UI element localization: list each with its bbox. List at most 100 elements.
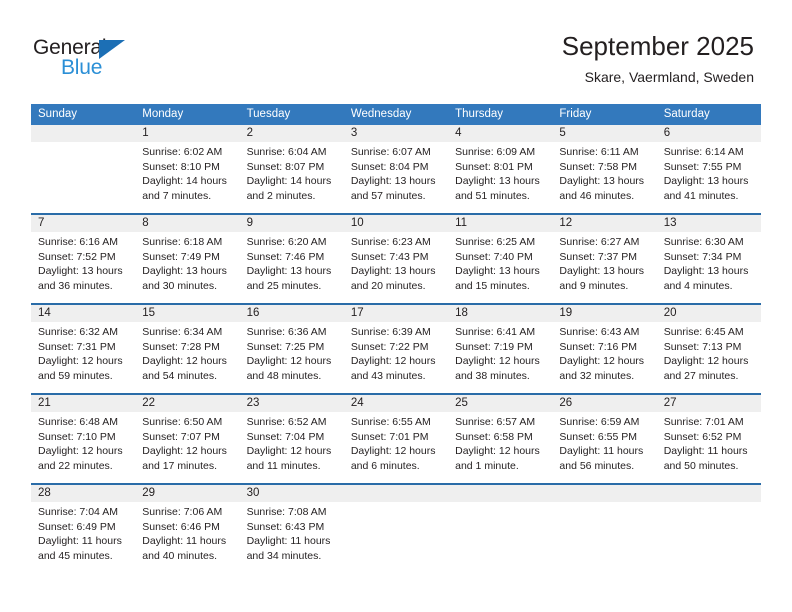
week-detail-band: Sunrise: 7:04 AM Sunset: 6:49 PM Daylight:…	[31, 502, 761, 573]
logo-text-blue: Blue	[61, 56, 103, 79]
day-number[interactable]: 20	[657, 305, 761, 322]
day-cell[interactable]: Sunrise: 6:11 AM Sunset: 7:58 PM Daylight:…	[552, 142, 656, 213]
daylight-text: Daylight: 13 hours and 30 minutes.	[142, 265, 227, 292]
day-cell[interactable]: Sunrise: 6:34 AM Sunset: 7:28 PM Daylight:…	[135, 322, 239, 393]
day-number[interactable]: 18	[448, 305, 552, 322]
sunrise-text: Sunrise: 7:08 AM	[246, 506, 327, 518]
weekday-header-row: Sunday Monday Tuesday Wednesday Thursday Frid…	[31, 104, 761, 125]
weekday-header-wednesday: Wednesday	[350, 108, 412, 120]
day-number[interactable]: 22	[135, 395, 239, 412]
day-number[interactable]: 5	[552, 125, 656, 142]
day-cell[interactable]: Sunrise: 6:02 AM Sunset: 8:10 PM Daylight:…	[135, 142, 239, 213]
day-cell[interactable]: Sunrise: 6:14 AM Sunset: 7:55 PM Daylight:…	[657, 142, 761, 213]
sunset-text: Sunset: 7:10 PM	[38, 430, 116, 443]
sunset-text: Sunset: 7:19 PM	[455, 340, 533, 353]
daylight-text: Daylight: 11 hours and 40 minutes.	[142, 535, 227, 562]
sunrise-text: Sunrise: 6:30 AM	[663, 236, 744, 248]
day-cell[interactable]: Sunrise: 6:16 AM Sunset: 7:52 PM Daylight:…	[31, 232, 135, 303]
calendar-grid: Sunday Monday Tuesday Wednesday Thursday Frid…	[31, 104, 761, 573]
sunrise-text: Sunrise: 6:34 AM	[142, 326, 223, 338]
day-number[interactable]: 14	[31, 305, 135, 322]
day-cell[interactable]: Sunrise: 6:48 AM Sunset: 7:10 PM Daylight:…	[31, 412, 135, 483]
day-cell[interactable]: Sunrise: 6:27 AM Sunset: 7:37 PM Daylight:…	[552, 232, 656, 303]
day-cell[interactable]: Sunrise: 7:01 AM Sunset: 6:52 PM Daylight:…	[657, 412, 761, 483]
sunrise-text: Sunrise: 6:25 AM	[455, 236, 536, 248]
day-cell[interactable]: Sunrise: 6:09 AM Sunset: 8:01 PM Daylight:…	[448, 142, 552, 213]
sunset-text: Sunset: 7:55 PM	[663, 160, 742, 173]
day-number[interactable]: 1	[135, 125, 239, 142]
day-cell[interactable]: Sunrise: 7:04 AM Sunset: 6:49 PM Daylight:…	[31, 502, 135, 573]
day-number[interactable]: 17	[344, 305, 448, 322]
day-cell[interactable]: Sunrise: 6:55 AM Sunset: 7:01 PM Daylight:…	[344, 412, 448, 483]
day-number[interactable]: 16	[240, 305, 344, 322]
day-cell[interactable]: Sunrise: 6:23 AM Sunset: 7:43 PM Daylight:…	[344, 232, 448, 303]
day-cell[interactable]: Sunrise: 6:25 AM Sunset: 7:40 PM Daylight:…	[448, 232, 552, 303]
day-cell[interactable]: Sunrise: 6:39 AM Sunset: 7:22 PM Daylight:…	[344, 322, 448, 393]
day-cell[interactable]: Sunrise: 6:52 AM Sunset: 7:04 PM Daylight:…	[240, 412, 344, 483]
daylight-text: Daylight: 12 hours and 32 minutes.	[559, 355, 645, 382]
daylight-text: Daylight: 11 hours and 56 minutes.	[559, 445, 644, 472]
day-number[interactable]: 24	[344, 395, 448, 412]
day-number[interactable]: 21	[31, 395, 135, 412]
sunset-text: Sunset: 7:43 PM	[350, 250, 429, 263]
sunset-text: Sunset: 7:28 PM	[142, 340, 220, 353]
day-number[interactable]: 15	[135, 305, 239, 322]
day-number[interactable]: 7	[31, 215, 135, 232]
day-number[interactable]: 9	[240, 215, 344, 232]
day-number[interactable]: 3	[344, 125, 448, 142]
day-number[interactable]: 27	[657, 395, 761, 412]
week-date-band: 7 8 9 10 11 12 13	[31, 215, 761, 232]
day-cell[interactable]: Sunrise: 6:30 AM Sunset: 7:34 PM Daylight:…	[657, 232, 761, 303]
sunrise-text: Sunrise: 6:09 AM	[455, 146, 536, 158]
day-cell[interactable]: Sunrise: 6:18 AM Sunset: 7:49 PM Daylight:…	[135, 232, 239, 303]
day-cell[interactable]: Sunrise: 6:07 AM Sunset: 8:04 PM Daylight:…	[344, 142, 448, 213]
week-date-band: 21 22 23 24 25 26 27	[31, 395, 761, 412]
day-number[interactable]: 12	[552, 215, 656, 232]
sunrise-text: Sunrise: 6:20 AM	[246, 236, 327, 248]
day-number[interactable]: 25	[448, 395, 552, 412]
calendar-weeks: 1 2 3 4 5 6 Sunrise: 6:02 AM Sunset: 8:10 PM Day…	[31, 125, 761, 573]
daylight-text: Daylight: 12 hours and 59 minutes.	[38, 355, 123, 382]
day-number[interactable]: 10	[344, 215, 448, 232]
day-cell-empty	[552, 502, 656, 573]
day-cell[interactable]: Sunrise: 6:20 AM Sunset: 7:46 PM Daylight:…	[240, 232, 344, 303]
day-cell[interactable]: Sunrise: 6:57 AM Sunset: 6:58 PM Daylight:…	[448, 412, 552, 483]
daylight-text: Daylight: 13 hours and 57 minutes.	[350, 175, 436, 202]
daylight-text: Daylight: 12 hours and 48 minutes.	[246, 355, 332, 382]
day-number-empty	[31, 125, 135, 142]
day-cell[interactable]: Sunrise: 7:08 AM Sunset: 6:43 PM Daylight:…	[240, 502, 344, 573]
sunset-text: Sunset: 7:46 PM	[246, 250, 325, 263]
day-number[interactable]: 30	[240, 485, 344, 502]
day-cell[interactable]: Sunrise: 6:32 AM Sunset: 7:31 PM Daylight:…	[31, 322, 135, 393]
sunrise-text: Sunrise: 6:11 AM	[559, 146, 639, 158]
daylight-text: Daylight: 13 hours and 9 minutes.	[559, 265, 645, 292]
day-number[interactable]: 11	[448, 215, 552, 232]
day-cell[interactable]: Sunrise: 6:04 AM Sunset: 8:07 PM Daylight:…	[240, 142, 344, 213]
day-cell[interactable]: Sunrise: 6:36 AM Sunset: 7:25 PM Daylight:…	[240, 322, 344, 393]
day-number[interactable]: 19	[552, 305, 656, 322]
week-date-band: 14 15 16 17 18 19 20	[31, 305, 761, 322]
day-cell[interactable]: Sunrise: 6:43 AM Sunset: 7:16 PM Daylight:…	[552, 322, 656, 393]
day-number[interactable]: 8	[135, 215, 239, 232]
day-cell[interactable]: Sunrise: 6:45 AM Sunset: 7:13 PM Daylight:…	[657, 322, 761, 393]
day-cell[interactable]: Sunrise: 6:59 AM Sunset: 6:55 PM Daylight:…	[552, 412, 656, 483]
sunrise-text: Sunrise: 6:41 AM	[455, 326, 536, 338]
day-number[interactable]: 28	[31, 485, 135, 502]
day-number[interactable]: 2	[240, 125, 344, 142]
day-number[interactable]: 29	[135, 485, 239, 502]
day-number[interactable]: 6	[657, 125, 761, 142]
day-number[interactable]: 23	[240, 395, 344, 412]
day-number[interactable]: 13	[657, 215, 761, 232]
week-detail-band: Sunrise: 6:16 AM Sunset: 7:52 PM Daylight:…	[31, 232, 761, 303]
day-number-empty	[657, 485, 761, 502]
sunset-text: Sunset: 7:01 PM	[350, 430, 429, 443]
daylight-text: Daylight: 13 hours and 46 minutes.	[559, 175, 645, 202]
day-cell[interactable]: Sunrise: 7:06 AM Sunset: 6:46 PM Daylight:…	[135, 502, 239, 573]
day-number[interactable]: 4	[448, 125, 552, 142]
day-number[interactable]: 26	[552, 395, 656, 412]
day-cell[interactable]: Sunrise: 6:50 AM Sunset: 7:07 PM Daylight:…	[135, 412, 239, 483]
day-cell[interactable]: Sunrise: 6:41 AM Sunset: 7:19 PM Daylight:…	[448, 322, 552, 393]
sunset-text: Sunset: 8:01 PM	[455, 160, 533, 173]
page-title: September 2025	[561, 31, 754, 61]
day-number-empty	[448, 485, 552, 502]
